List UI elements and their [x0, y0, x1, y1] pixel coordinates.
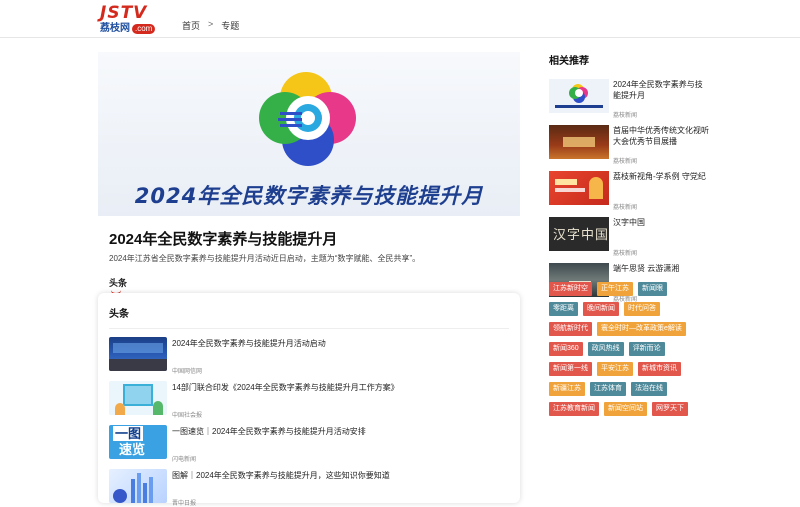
related-item[interactable]: 2024年全民数字素养与技能提升月 荔枝新闻 — [549, 79, 709, 119]
program-tag[interactable]: 零距离 — [549, 302, 578, 316]
feed-item-source: 中国社会报 — [172, 413, 203, 419]
program-tag[interactable]: 网罗天下 — [652, 402, 688, 416]
related-item[interactable]: 首届中华优秀传统文化视听大会优秀节目展播 荔枝新闻 — [549, 125, 709, 165]
feed-item[interactable]: 2024年全民数字素养与技能提升月活动启动 中国网信网 — [109, 337, 509, 375]
program-tag[interactable]: 新闻眼 — [638, 282, 667, 296]
related-item[interactable]: 汉字中国 汉字中国 荔枝新闻 — [549, 217, 709, 257]
main-content: 2024年全民数字素养与技能提升月 2024年全民数字素养与技能提升月 2024… — [98, 52, 520, 295]
feed-item-title[interactable]: 图解｜2024年全民数字素养与技能提升月，这些知识你要知道 — [172, 470, 390, 481]
related-item-source: 荔枝新闻 — [613, 113, 638, 119]
program-tag[interactable]: 评新而论 — [628, 342, 665, 356]
related-item[interactable]: 荔枝新视角-学系例 守党纪 荔枝新闻 — [549, 171, 709, 211]
program-tag[interactable]: 正午江苏 — [597, 282, 633, 296]
breadcrumb: 首页 > 专题 — [182, 19, 239, 32]
feed-item-title[interactable]: 一图速览｜2024年全民数字素养与技能提升月活动安排 — [172, 426, 366, 437]
related-item-title[interactable]: 首届中华优秀传统文化视听大会优秀节目展播 — [613, 125, 709, 147]
program-tag[interactable]: 平安江苏 — [597, 362, 633, 376]
breadcrumb-separator: > — [208, 19, 214, 29]
related-title: 相关推荐 — [549, 56, 589, 67]
feed-item-title[interactable]: 2024年全民数字素养与技能提升月活动启动 — [172, 338, 326, 349]
feed-item[interactable]: 图解｜2024年全民数字素养与技能提升月，这些知识你要知道 晋中日报 — [109, 469, 509, 507]
program-tag[interactable]: 江苏体育 — [590, 382, 626, 396]
program-tag[interactable]: 时代问答 — [624, 302, 660, 316]
feed-thumbnail — [109, 337, 167, 371]
related-item-source: 荔枝新闻 — [613, 159, 638, 165]
program-tag[interactable]: 法治在线 — [631, 382, 667, 396]
topic-banner: 2024年全民数字素养与技能提升月 — [98, 52, 520, 216]
headlines-feed: 头条 2024年全民数字素养与技能提升月活动启动 中国网信网 14部门联合印发《… — [98, 293, 520, 507]
program-tag[interactable]: 政风热线 — [587, 342, 624, 356]
related-thumbnail — [549, 79, 609, 113]
related-thumbnail — [549, 171, 609, 205]
logo-com: .com — [132, 23, 156, 34]
feed-thumbnail — [109, 381, 167, 415]
program-tag[interactable]: 领航新时代 — [549, 322, 592, 336]
feed-item[interactable]: 14部门联合印发《2024年全民数字素养与技能提升月工作方案》 中国社会报 — [109, 381, 509, 419]
feed-item[interactable]: 一图 速览 一图速览｜2024年全民数字素养与技能提升月活动安排 闪电新闻 — [109, 425, 509, 463]
article-title: 2024年全民数字素养与技能提升月 — [109, 231, 338, 248]
related-item-title[interactable]: 荔枝新视角-学系例 守党纪 — [613, 171, 706, 182]
feed-item-source: 中国网信网 — [172, 369, 203, 375]
banner-title: 2024年全民数字素养与技能提升月 — [134, 184, 484, 208]
thumb-label-bottom: 速览 — [119, 442, 146, 457]
related-item-source: 荔枝新闻 — [613, 205, 638, 211]
program-tag[interactable]: 江苏新时空 — [549, 282, 592, 296]
program-tag[interactable]: 新闻360 — [549, 342, 583, 356]
feed-item-source: 闪电新闻 — [172, 457, 197, 463]
related-item-title[interactable]: 端午思贤 云游潇湘 — [613, 263, 679, 274]
feed-item-title[interactable]: 14部门联合印发《2024年全民数字素养与技能提升月工作方案》 — [172, 382, 399, 393]
related-item-title[interactable]: 汉字中国 — [613, 217, 645, 228]
program-tag[interactable]: 新城市资讯 — [638, 362, 681, 376]
breadcrumb-home[interactable]: 首页 — [182, 19, 200, 32]
related-thumbnail — [549, 125, 609, 159]
program-tag[interactable]: 新闻第一线 — [549, 362, 592, 376]
logo-cn: 荔枝网 — [100, 23, 130, 34]
related-item-title[interactable]: 2024年全民数字素养与技能提升月 — [613, 79, 709, 101]
program-tags: 江苏新时空 正午江苏 新闻眼零距离 晚间新闻 时代问答领航新时代 寰全时时—改革政策e解读… — [549, 282, 699, 416]
tab-headlines[interactable]: 头条 — [109, 276, 127, 295]
feed-title: 头条 — [109, 305, 509, 329]
breadcrumb-topic[interactable]: 专题 — [221, 19, 239, 32]
related-recommendations: 相关推荐 2024年全民数字素养与技能提升月 荔枝新闻 首届中华优秀传统文化视听… — [549, 52, 709, 303]
top-bar: JSTV 荔枝网 .com 首页 > 专题 — [0, 0, 800, 38]
program-tag[interactable]: 江苏教育新闻 — [549, 402, 599, 416]
thumb-label-top: 一图 — [113, 426, 144, 441]
feed-thumbnail — [109, 469, 167, 503]
program-tag[interactable]: 新疆江苏 — [549, 382, 585, 396]
logo-wordmark: JSTV — [100, 3, 148, 23]
article-description: 2024年江苏省全民数字素养与技能提升月活动近日启动，主题为“数字赋能、全民共享… — [109, 254, 421, 263]
program-tag[interactable]: 寰全时时—改革政策e解读 — [597, 322, 686, 336]
related-thumbnail: 汉字中国 — [549, 217, 609, 251]
related-item-source: 荔枝新闻 — [613, 251, 638, 257]
program-tag[interactable]: 晚间新闻 — [583, 302, 619, 316]
program-tag[interactable]: 新闻空间站 — [604, 402, 647, 416]
digital-literacy-logo-icon — [555, 84, 603, 108]
thumb-hanzi-text: 汉字中国 — [553, 228, 609, 243]
site-logo[interactable]: JSTV 荔枝网 .com — [100, 3, 166, 34]
digital-literacy-logo-icon — [259, 72, 356, 166]
feed-thumbnail: 一图 速览 — [109, 425, 167, 459]
